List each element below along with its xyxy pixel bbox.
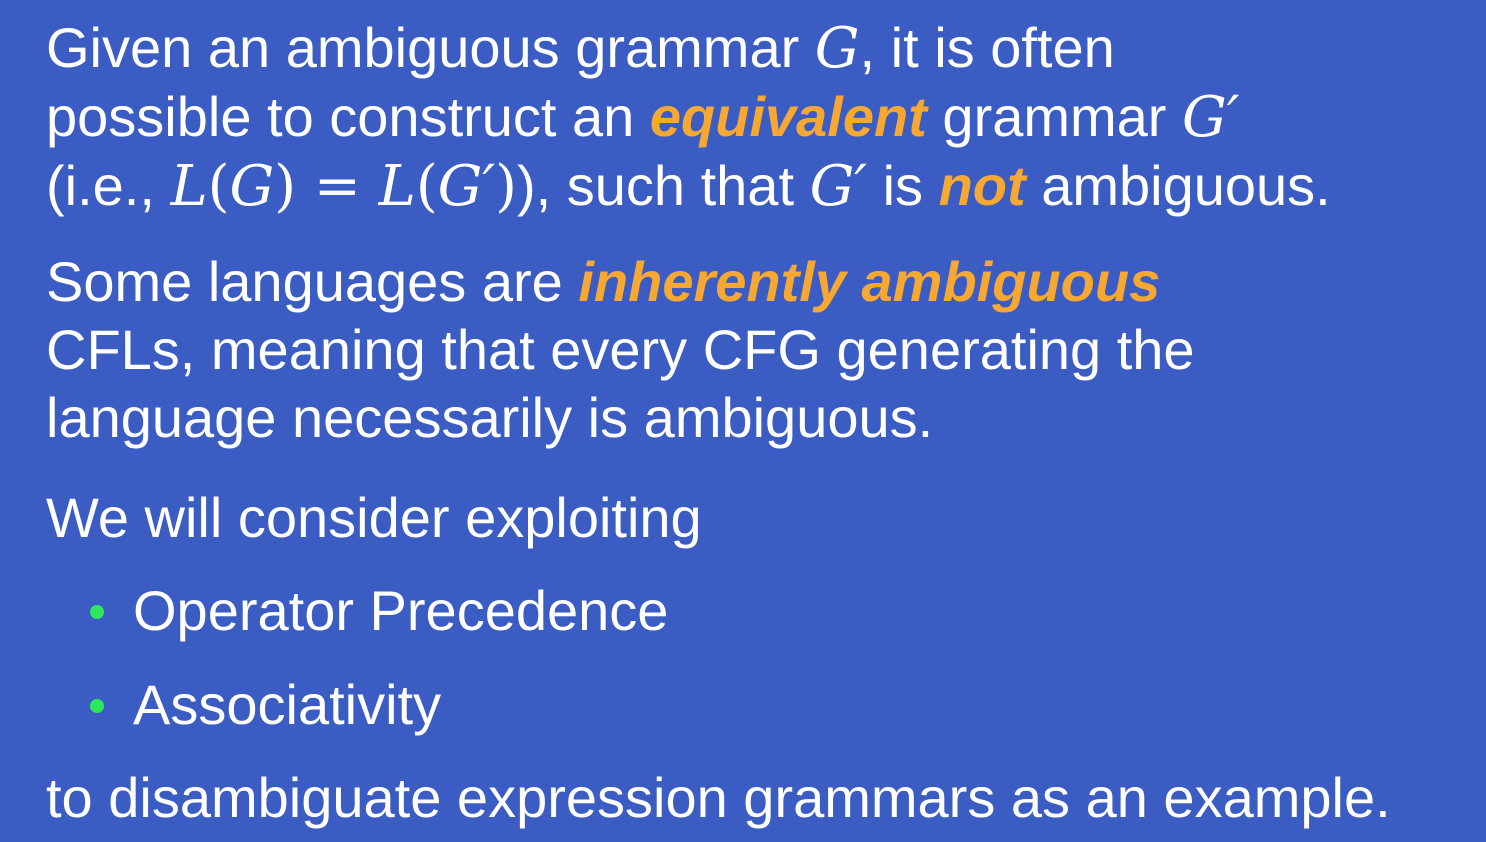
math-symbol-l: L [170, 154, 208, 219]
text-segment: CFLs, meaning that every CFG generating … [46, 318, 1195, 381]
math-symbol-l: L [378, 154, 416, 219]
paragraph-ambiguous-grammar: Given an ambiguous grammar G, it is ofte… [46, 14, 1331, 221]
math-symbol-g-prime: G′ [437, 154, 496, 219]
paragraph-consider-exploiting: We will consider exploiting [46, 484, 702, 552]
math-paren: ( [415, 154, 438, 219]
bullet-label: Operator Precedence [133, 579, 669, 642]
emphasis-equivalent: equivalent [649, 85, 927, 148]
math-symbol-g-prime: G′ [1182, 85, 1240, 150]
bullet-label: Associativity [133, 673, 442, 736]
text-segment: is [867, 154, 939, 217]
text-segment: Given an ambiguous grammar [46, 16, 815, 79]
text-segment: grammar [926, 85, 1183, 148]
text-segment: possible to construct an [46, 85, 650, 148]
emphasis-not: not [938, 154, 1026, 217]
emphasis-inherently-ambiguous: inherently ambiguous [578, 250, 1161, 313]
math-symbol-g: G [229, 154, 275, 219]
math-paren: ) [495, 154, 517, 219]
math-equals: ) = [274, 154, 379, 219]
text-segment: Some languages are [46, 250, 579, 313]
bullet-dot-icon [90, 605, 104, 619]
paragraph-inherently-ambiguous: Some languages are inherently ambiguous … [46, 248, 1195, 452]
text-segment: (i.e., [46, 154, 171, 217]
math-symbol-g: G [814, 16, 860, 81]
paragraph-disambiguate: to disambiguate expression grammars as a… [46, 764, 1391, 832]
slide: Given an ambiguous grammar G, it is ofte… [0, 0, 1486, 842]
math-symbol-g-prime: G′ [809, 154, 868, 219]
bullet-dot-icon [90, 699, 104, 713]
math-paren: ( [207, 154, 230, 219]
text-segment: language necessarily is ambiguous. [46, 386, 934, 449]
text-segment: We will consider exploiting [46, 486, 702, 549]
text-segment: ), such that [516, 154, 810, 217]
text-segment: ambiguous. [1025, 154, 1331, 217]
text-segment: , it is often [859, 16, 1115, 79]
text-segment: to disambiguate expression grammars as a… [46, 766, 1391, 829]
